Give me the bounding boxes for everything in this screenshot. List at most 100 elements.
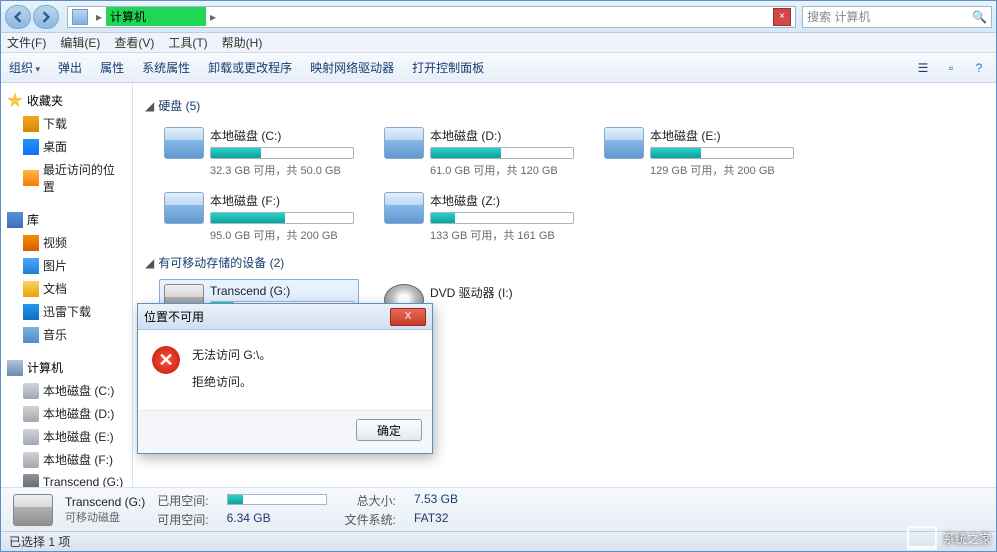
sidebar-item-recent[interactable]: 最近访问的位置 [1,158,132,198]
control-panel-button[interactable]: 打开控制面板 [412,59,484,76]
usb-icon [23,474,39,487]
search-placeholder: 搜索 计算机 [807,8,870,25]
sidebar-item-label: 本地磁盘 (C:) [43,382,114,399]
drive-item[interactable]: 本地磁盘 (E:) 129 GB 可用，共 200 GB [599,122,799,183]
dialog-titlebar[interactable]: 位置不可用 X [138,304,432,330]
properties-button[interactable]: 属性 [100,59,124,76]
sidebar-item-thunder[interactable]: 迅雷下载 [1,300,132,323]
sidebar-item-desktop[interactable]: 桌面 [1,135,132,158]
sidebar-label: 库 [27,211,39,228]
collapse-icon: ◢ [145,99,154,113]
sidebar-item-disk-c[interactable]: 本地磁盘 (C:) [1,379,132,402]
dialog-close-button[interactable]: X [390,308,426,326]
system-properties-button[interactable]: 系统属性 [142,59,190,76]
drive-name: 本地磁盘 (D:) [430,127,574,144]
hdd-icon [23,429,39,445]
drive-name: DVD 驱动器 (I:) [430,284,574,301]
music-icon [23,327,39,343]
menu-tools[interactable]: 工具(T) [168,34,207,51]
details-type: 可移动磁盘 [65,509,145,525]
sidebar-libraries[interactable]: 库 [1,208,132,231]
error-icon: ✕ [152,346,180,374]
sidebar-item-label: 本地磁盘 (E:) [43,428,114,445]
drive-name: 本地磁盘 (C:) [210,127,354,144]
drive-item[interactable]: 本地磁盘 (C:) 32.3 GB 可用，共 50.0 GB [159,122,359,183]
address-segment[interactable]: 计算机 [106,7,206,26]
drive-item[interactable]: 本地磁盘 (D:) 61.0 GB 可用，共 120 GB [379,122,579,183]
map-drive-button[interactable]: 映射网络驱动器 [310,59,394,76]
sidebar-item-label: 文档 [43,280,67,297]
eject-button[interactable]: 弹出 [58,59,82,76]
view-options-icon[interactable]: ☰ [914,59,932,77]
dialog-message-1: 无法访问 G:\。 [192,346,271,363]
sidebar-item-videos[interactable]: 视频 [1,231,132,254]
drive-name: 本地磁盘 (F:) [210,192,354,209]
nav-back-button[interactable] [5,5,31,29]
menu-help[interactable]: 帮助(H) [222,34,263,51]
sidebar-item-pictures[interactable]: 图片 [1,254,132,277]
details-pane: Transcend (G:) 可移动磁盘 已用空间: 总大小: 7.53 GB … [1,487,996,531]
section-label: 有可移动存储的设备 (2) [158,254,284,271]
section-hdd[interactable]: ◢ 硬盘 (5) [145,97,984,114]
watermark: 系统之家 [907,526,991,550]
toolbar: 组织 弹出 属性 系统属性 卸载或更改程序 映射网络驱动器 打开控制面板 ☰ ▫… [1,53,996,83]
hdd-icon [23,406,39,422]
sidebar-item-label: 桌面 [43,138,67,155]
desktop-icon [23,139,39,155]
details-total-key: 总大小: [345,492,396,509]
menu-file[interactable]: 文件(F) [7,34,46,51]
drive-icon [13,494,53,526]
details-free-value: 6.34 GB [227,511,327,528]
sidebar-item-disk-f[interactable]: 本地磁盘 (F:) [1,448,132,471]
sidebar-item-label: 音乐 [43,326,67,343]
drive-item[interactable]: 本地磁盘 (F:) 95.0 GB 可用，共 200 GB [159,187,359,248]
watermark-logo-icon [907,526,937,550]
nav-forward-button[interactable] [33,5,59,29]
drive-name: 本地磁盘 (E:) [650,127,794,144]
menu-edit[interactable]: 编辑(E) [60,34,100,51]
address-bar[interactable]: ▸ 计算机 ▸ × [67,6,796,28]
dialog-message-2: 拒绝访问。 [192,373,271,390]
sidebar-label: 计算机 [27,359,63,376]
section-removable[interactable]: ◢ 有可移动存储的设备 (2) [145,254,984,271]
chevron-right-icon: ▸ [96,10,102,24]
drive-icon [384,127,424,159]
address-clear-button[interactable]: × [773,8,791,26]
details-fs-value: FAT32 [414,511,458,528]
section-label: 硬盘 (5) [158,97,200,114]
sidebar-item-label: 视频 [43,234,67,251]
hdd-icon [23,383,39,399]
sidebar-item-disk-e[interactable]: 本地磁盘 (E:) [1,425,132,448]
sidebar-favorites[interactable]: 收藏夹 [1,89,132,112]
sidebar-item-disk-d[interactable]: 本地磁盘 (D:) [1,402,132,425]
sidebar-item-disk-g[interactable]: Transcend (G:) [1,471,132,487]
drive-icon [164,127,204,159]
sidebar-computer[interactable]: 计算机 [1,356,132,379]
details-fs-key: 文件系统: [345,511,396,528]
sidebar-label: 收藏夹 [27,92,63,109]
thunder-icon [23,304,39,320]
organize-button[interactable]: 组织 [9,59,40,76]
video-icon [23,235,39,251]
dialog-ok-button[interactable]: 确定 [356,419,422,441]
drive-item[interactable]: 本地磁盘 (Z:) 133 GB 可用，共 161 GB [379,187,579,248]
statusbar: 已选择 1 项 [1,531,996,551]
preview-pane-icon[interactable]: ▫ [942,59,960,77]
uninstall-button[interactable]: 卸载或更改程序 [208,59,292,76]
collapse-icon: ◢ [145,256,154,270]
sidebar-item-downloads[interactable]: 下载 [1,112,132,135]
sidebar-item-label: 图片 [43,257,67,274]
sidebar-item-label: 本地磁盘 (F:) [43,451,113,468]
details-total-value: 7.53 GB [414,492,458,509]
help-icon[interactable]: ? [970,59,988,77]
download-icon [23,116,39,132]
titlebar: ▸ 计算机 ▸ × 搜索 计算机 🔍 [1,1,996,33]
menu-view[interactable]: 查看(V) [114,34,154,51]
recent-icon [23,170,39,186]
dialog-title: 位置不可用 [144,308,204,325]
sidebar-item-music[interactable]: 音乐 [1,323,132,346]
star-icon [7,93,23,109]
library-icon [7,212,23,228]
search-input[interactable]: 搜索 计算机 🔍 [802,6,992,28]
sidebar-item-documents[interactable]: 文档 [1,277,132,300]
